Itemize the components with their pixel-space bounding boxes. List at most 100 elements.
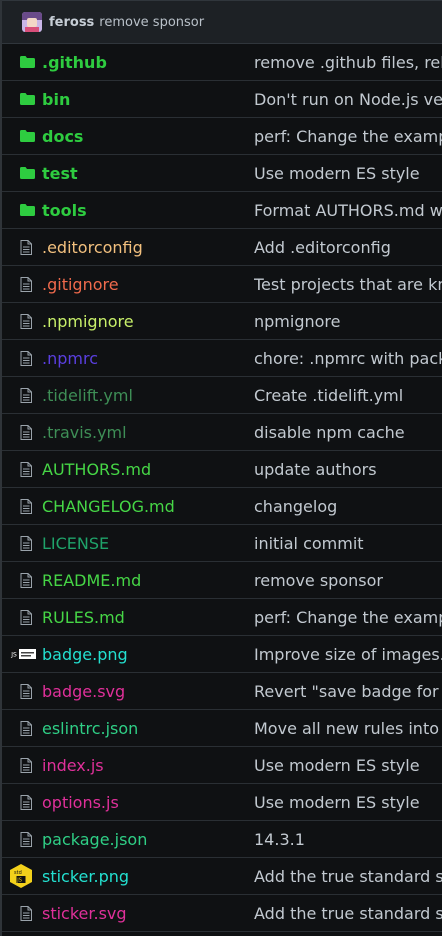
file-row[interactable]: std JS sticker.png Add the true standard st… (2, 858, 442, 895)
commit-message-link[interactable]: Use modern ES style (254, 756, 442, 775)
commit-message-link[interactable]: perf: Change the example (254, 608, 442, 627)
folder-icon (2, 204, 42, 216)
file-name-link[interactable]: LICENSE (42, 534, 254, 553)
file-name-link[interactable]: options.js (42, 793, 254, 812)
file-name-link[interactable]: RULES.md (42, 608, 254, 627)
file-row[interactable]: CHANGELOG.md changelog (2, 488, 442, 525)
file-name-link[interactable]: .travis.yml (42, 423, 254, 442)
file-list: .github remove .github files, rely bin Don'… (2, 44, 442, 932)
file-name-link[interactable]: CHANGELOG.md (42, 497, 254, 516)
file-name-link[interactable]: .tidelift.yml (42, 386, 254, 405)
svg-text:JS: JS (10, 651, 17, 658)
file-icon (2, 535, 42, 551)
commit-message-link[interactable]: npmignore (254, 312, 442, 331)
file-name-link[interactable]: .npmrc (42, 349, 254, 368)
latest-commit-bar: feross remove sponsor (2, 0, 442, 44)
file-name-link[interactable]: package.json (42, 830, 254, 849)
file-row[interactable]: index.js Use modern ES style (2, 747, 442, 784)
file-row[interactable]: badge.svg Revert "save badge for w (2, 673, 442, 710)
file-row[interactable]: .tidelift.yml Create .tidelift.yml (2, 377, 442, 414)
file-icon (2, 572, 42, 588)
commit-author[interactable]: feross (49, 15, 94, 30)
file-name-link[interactable]: .npmignore (42, 312, 254, 331)
commit-message-link[interactable]: perf: Change the example (254, 127, 442, 146)
file-name-link[interactable]: AUTHORS.md (42, 460, 254, 479)
file-row[interactable]: .github remove .github files, rely (2, 44, 442, 81)
commit-message-link[interactable]: 14.3.1 (254, 830, 442, 849)
file-name-link[interactable]: eslintrc.json (42, 719, 254, 738)
file-name-link[interactable]: test (42, 164, 254, 183)
file-icon (2, 313, 42, 329)
folder-icon (2, 167, 42, 179)
commit-message[interactable]: remove sponsor (99, 15, 204, 30)
file-icon (2, 609, 42, 625)
file-icon (2, 831, 42, 847)
commit-message-link[interactable]: Add .editorconfig (254, 238, 442, 257)
folder-icon (2, 56, 42, 68)
commit-message-link[interactable]: Add the true standard sti (254, 904, 442, 923)
file-name-link[interactable]: badge.png (42, 645, 254, 664)
commit-message-link[interactable]: initial commit (254, 534, 442, 553)
file-row[interactable]: AUTHORS.md update authors (2, 451, 442, 488)
file-row[interactable]: LICENSE initial commit (2, 525, 442, 562)
commit-message-link[interactable]: disable npm cache (254, 423, 442, 442)
file-name-link[interactable]: sticker.png (42, 867, 254, 886)
commit-message-link[interactable]: Don't run on Node.js vers (254, 90, 442, 109)
file-icon (2, 683, 42, 699)
svg-text:std: std (14, 870, 22, 876)
file-row[interactable]: .gitignore Test projects that are kno (2, 266, 442, 303)
file-row[interactable]: .editorconfig Add .editorconfig (2, 229, 442, 266)
file-icon (2, 757, 42, 773)
file-row[interactable]: .travis.yml disable npm cache (2, 414, 442, 451)
commit-message-link[interactable]: remove .github files, rely (254, 53, 442, 72)
commit-message-link[interactable]: Use modern ES style (254, 793, 442, 812)
file-row[interactable]: .npmrc chore: .npmrc with packa (2, 340, 442, 377)
file-row[interactable]: docs perf: Change the example (2, 118, 442, 155)
commit-message-link[interactable]: Create .tidelift.yml (254, 386, 442, 405)
file-name-link[interactable]: index.js (42, 756, 254, 775)
commit-message-link[interactable]: update authors (254, 460, 442, 479)
commit-message-link[interactable]: remove sponsor (254, 571, 442, 590)
file-icon (2, 239, 42, 255)
file-row[interactable]: bin Don't run on Node.js vers (2, 81, 442, 118)
folder-icon (2, 93, 42, 105)
file-row[interactable]: package.json 14.3.1 (2, 821, 442, 858)
file-row[interactable]: JS badge.png Improve size of images. (2, 636, 442, 673)
file-name-link[interactable]: .github (42, 53, 254, 72)
file-name-link[interactable]: badge.svg (42, 682, 254, 701)
commit-message-link[interactable]: changelog (254, 497, 442, 516)
file-icon (2, 720, 42, 736)
file-row[interactable]: .npmignore npmignore (2, 303, 442, 340)
sticker-thumbnail-icon: std JS (2, 864, 42, 888)
file-row[interactable]: README.md remove sponsor (2, 562, 442, 599)
file-icon (2, 461, 42, 477)
file-row[interactable]: sticker.svg Add the true standard sti (2, 895, 442, 932)
file-name-link[interactable]: .gitignore (42, 275, 254, 294)
file-browser: feross remove sponsor .github remove .git… (0, 0, 442, 936)
file-name-link[interactable]: bin (42, 90, 254, 109)
file-name-link[interactable]: .editorconfig (42, 238, 254, 257)
file-icon (2, 387, 42, 403)
commit-message-link[interactable]: Add the true standard sti (254, 867, 442, 886)
commit-message-link[interactable]: Test projects that are kno (254, 275, 442, 294)
file-icon (2, 424, 42, 440)
file-row[interactable]: options.js Use modern ES style (2, 784, 442, 821)
file-icon (2, 794, 42, 810)
file-row[interactable]: RULES.md perf: Change the example (2, 599, 442, 636)
file-row[interactable]: test Use modern ES style (2, 155, 442, 192)
badge-thumbnail-icon: JS (2, 649, 42, 659)
commit-message-link[interactable]: Improve size of images. (254, 645, 442, 664)
file-row[interactable]: eslintrc.json Move all new rules into sl (2, 710, 442, 747)
commit-message-link[interactable]: Revert "save badge for w (254, 682, 442, 701)
file-name-link[interactable]: README.md (42, 571, 254, 590)
file-name-link[interactable]: tools (42, 201, 254, 220)
commit-message-link[interactable]: Format AUTHORS.md wit (254, 201, 442, 220)
file-name-link[interactable]: docs (42, 127, 254, 146)
commit-message-link[interactable]: Use modern ES style (254, 164, 442, 183)
avatar[interactable] (22, 12, 42, 32)
commit-message-link[interactable]: Move all new rules into sl (254, 719, 442, 738)
file-name-link[interactable]: sticker.svg (42, 904, 254, 923)
file-icon (2, 276, 42, 292)
commit-message-link[interactable]: chore: .npmrc with packa (254, 349, 442, 368)
file-row[interactable]: tools Format AUTHORS.md wit (2, 192, 442, 229)
